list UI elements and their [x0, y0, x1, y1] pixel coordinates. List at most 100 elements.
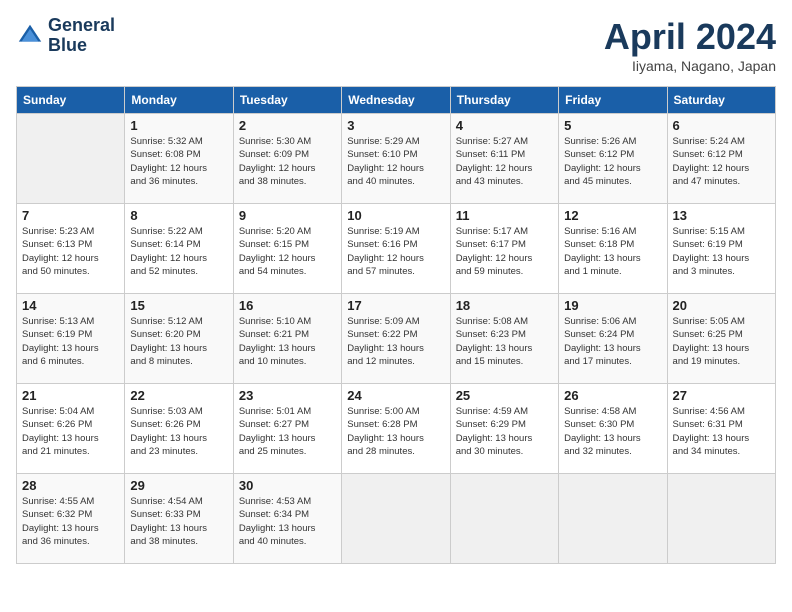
weekday-header-monday: Monday	[125, 87, 233, 114]
day-info: Sunrise: 5:10 AMSunset: 6:21 PMDaylight:…	[239, 315, 336, 368]
day-number: 16	[239, 298, 336, 313]
logo-text: General Blue	[48, 16, 115, 56]
day-info: Sunrise: 4:58 AMSunset: 6:30 PMDaylight:…	[564, 405, 661, 458]
day-number: 17	[347, 298, 444, 313]
day-info: Sunrise: 4:53 AMSunset: 6:34 PMDaylight:…	[239, 495, 336, 548]
day-number: 14	[22, 298, 119, 313]
day-info: Sunrise: 5:08 AMSunset: 6:23 PMDaylight:…	[456, 315, 553, 368]
calendar-cell: 20 Sunrise: 5:05 AMSunset: 6:25 PMDayligh…	[667, 294, 775, 384]
weekday-header-row: SundayMondayTuesdayWednesdayThursdayFrid…	[17, 87, 776, 114]
calendar-week-3: 14 Sunrise: 5:13 AMSunset: 6:19 PMDayligh…	[17, 294, 776, 384]
day-number: 20	[673, 298, 770, 313]
page-header: General Blue April 2024 Iiyama, Nagano, …	[16, 16, 776, 74]
calendar-cell: 7 Sunrise: 5:23 AMSunset: 6:13 PMDaylight…	[17, 204, 125, 294]
calendar-cell	[450, 474, 558, 564]
calendar-cell: 28 Sunrise: 4:55 AMSunset: 6:32 PMDayligh…	[17, 474, 125, 564]
day-number: 3	[347, 118, 444, 133]
day-info: Sunrise: 5:15 AMSunset: 6:19 PMDaylight:…	[673, 225, 770, 278]
day-info: Sunrise: 5:13 AMSunset: 6:19 PMDaylight:…	[22, 315, 119, 368]
day-number: 9	[239, 208, 336, 223]
calendar-cell	[559, 474, 667, 564]
day-number: 5	[564, 118, 661, 133]
calendar-cell: 21 Sunrise: 5:04 AMSunset: 6:26 PMDayligh…	[17, 384, 125, 474]
day-info: Sunrise: 5:09 AMSunset: 6:22 PMDaylight:…	[347, 315, 444, 368]
calendar-cell: 2 Sunrise: 5:30 AMSunset: 6:09 PMDaylight…	[233, 114, 341, 204]
calendar-cell: 25Sunrise: 4:59 AMSunset: 6:29 PMDayligh…	[450, 384, 558, 474]
calendar-cell: 26 Sunrise: 4:58 AMSunset: 6:30 PMDayligh…	[559, 384, 667, 474]
day-number: 24	[347, 388, 444, 403]
day-number: 15	[130, 298, 227, 313]
day-info: Sunrise: 5:04 AMSunset: 6:26 PMDaylight:…	[22, 405, 119, 458]
calendar-cell: 8Sunrise: 5:22 AMSunset: 6:14 PMDaylight…	[125, 204, 233, 294]
calendar-cell: 6Sunrise: 5:24 AMSunset: 6:12 PMDaylight…	[667, 114, 775, 204]
calendar-cell	[667, 474, 775, 564]
calendar-cell: 11Sunrise: 5:17 AMSunset: 6:17 PMDayligh…	[450, 204, 558, 294]
calendar-cell: 1 Sunrise: 5:32 AMSunset: 6:08 PMDaylight…	[125, 114, 233, 204]
day-number: 22	[130, 388, 227, 403]
day-number: 27	[673, 388, 770, 403]
calendar-cell: 15 Sunrise: 5:12 AMSunset: 6:20 PMDayligh…	[125, 294, 233, 384]
calendar-table: SundayMondayTuesdayWednesdayThursdayFrid…	[16, 86, 776, 564]
day-number: 1	[130, 118, 227, 133]
day-number: 29	[130, 478, 227, 493]
calendar-cell: 19 Sunrise: 5:06 AMSunset: 6:24 PMDayligh…	[559, 294, 667, 384]
calendar-cell: 22 Sunrise: 5:03 AMSunset: 6:26 PMDayligh…	[125, 384, 233, 474]
day-number: 19	[564, 298, 661, 313]
calendar-cell: 5 Sunrise: 5:26 AMSunset: 6:12 PMDaylight…	[559, 114, 667, 204]
day-number: 11	[456, 208, 553, 223]
weekday-header-saturday: Saturday	[667, 87, 775, 114]
day-info: Sunrise: 5:23 AMSunset: 6:13 PMDaylight:…	[22, 225, 119, 278]
weekday-header-sunday: Sunday	[17, 87, 125, 114]
day-number: 23	[239, 388, 336, 403]
day-info: Sunrise: 5:05 AMSunset: 6:25 PMDaylight:…	[673, 315, 770, 368]
day-info: Sunrise: 5:00 AMSunset: 6:28 PMDaylight:…	[347, 405, 444, 458]
calendar-week-5: 28 Sunrise: 4:55 AMSunset: 6:32 PMDayligh…	[17, 474, 776, 564]
day-info: Sunrise: 5:30 AMSunset: 6:09 PMDaylight:…	[239, 135, 336, 188]
calendar-cell	[342, 474, 450, 564]
calendar-cell: 27 Sunrise: 4:56 AMSunset: 6:31 PMDayligh…	[667, 384, 775, 474]
weekday-header-thursday: Thursday	[450, 87, 558, 114]
day-info: Sunrise: 4:59 AMSunset: 6:29 PMDaylight:…	[456, 405, 553, 458]
logo-icon	[16, 22, 44, 50]
day-info: Sunrise: 4:55 AMSunset: 6:32 PMDaylight:…	[22, 495, 119, 548]
calendar-cell: 23Sunrise: 5:01 AMSunset: 6:27 PMDayligh…	[233, 384, 341, 474]
day-number: 28	[22, 478, 119, 493]
day-number: 8	[130, 208, 227, 223]
calendar-cell: 3Sunrise: 5:29 AMSunset: 6:10 PMDaylight…	[342, 114, 450, 204]
calendar-cell: 14 Sunrise: 5:13 AMSunset: 6:19 PMDayligh…	[17, 294, 125, 384]
day-info: Sunrise: 4:54 AMSunset: 6:33 PMDaylight:…	[130, 495, 227, 548]
day-number: 2	[239, 118, 336, 133]
calendar-cell: 9 Sunrise: 5:20 AMSunset: 6:15 PMDaylight…	[233, 204, 341, 294]
day-info: Sunrise: 5:24 AMSunset: 6:12 PMDaylight:…	[673, 135, 770, 188]
day-number: 13	[673, 208, 770, 223]
calendar-cell: 24 Sunrise: 5:00 AMSunset: 6:28 PMDayligh…	[342, 384, 450, 474]
day-info: Sunrise: 5:32 AMSunset: 6:08 PMDaylight:…	[130, 135, 227, 188]
location: Iiyama, Nagano, Japan	[604, 58, 776, 74]
calendar-cell: 16 Sunrise: 5:10 AMSunset: 6:21 PMDayligh…	[233, 294, 341, 384]
logo: General Blue	[16, 16, 115, 56]
calendar-week-4: 21 Sunrise: 5:04 AMSunset: 6:26 PMDayligh…	[17, 384, 776, 474]
day-info: Sunrise: 5:26 AMSunset: 6:12 PMDaylight:…	[564, 135, 661, 188]
calendar-cell: 12 Sunrise: 5:16 AMSunset: 6:18 PMDayligh…	[559, 204, 667, 294]
month-title: April 2024	[604, 16, 776, 58]
day-number: 30	[239, 478, 336, 493]
day-info: Sunrise: 4:56 AMSunset: 6:31 PMDaylight:…	[673, 405, 770, 458]
day-info: Sunrise: 5:19 AMSunset: 6:16 PMDaylight:…	[347, 225, 444, 278]
calendar-cell: 18Sunrise: 5:08 AMSunset: 6:23 PMDayligh…	[450, 294, 558, 384]
day-info: Sunrise: 5:06 AMSunset: 6:24 PMDaylight:…	[564, 315, 661, 368]
day-number: 12	[564, 208, 661, 223]
day-info: Sunrise: 5:20 AMSunset: 6:15 PMDaylight:…	[239, 225, 336, 278]
day-info: Sunrise: 5:16 AMSunset: 6:18 PMDaylight:…	[564, 225, 661, 278]
day-info: Sunrise: 5:27 AMSunset: 6:11 PMDaylight:…	[456, 135, 553, 188]
day-number: 26	[564, 388, 661, 403]
calendar-cell: 17 Sunrise: 5:09 AMSunset: 6:22 PMDayligh…	[342, 294, 450, 384]
calendar-cell: 29 Sunrise: 4:54 AMSunset: 6:33 PMDayligh…	[125, 474, 233, 564]
title-block: April 2024 Iiyama, Nagano, Japan	[604, 16, 776, 74]
day-info: Sunrise: 5:12 AMSunset: 6:20 PMDaylight:…	[130, 315, 227, 368]
day-info: Sunrise: 5:03 AMSunset: 6:26 PMDaylight:…	[130, 405, 227, 458]
weekday-header-tuesday: Tuesday	[233, 87, 341, 114]
day-number: 21	[22, 388, 119, 403]
weekday-header-wednesday: Wednesday	[342, 87, 450, 114]
day-number: 4	[456, 118, 553, 133]
day-number: 7	[22, 208, 119, 223]
